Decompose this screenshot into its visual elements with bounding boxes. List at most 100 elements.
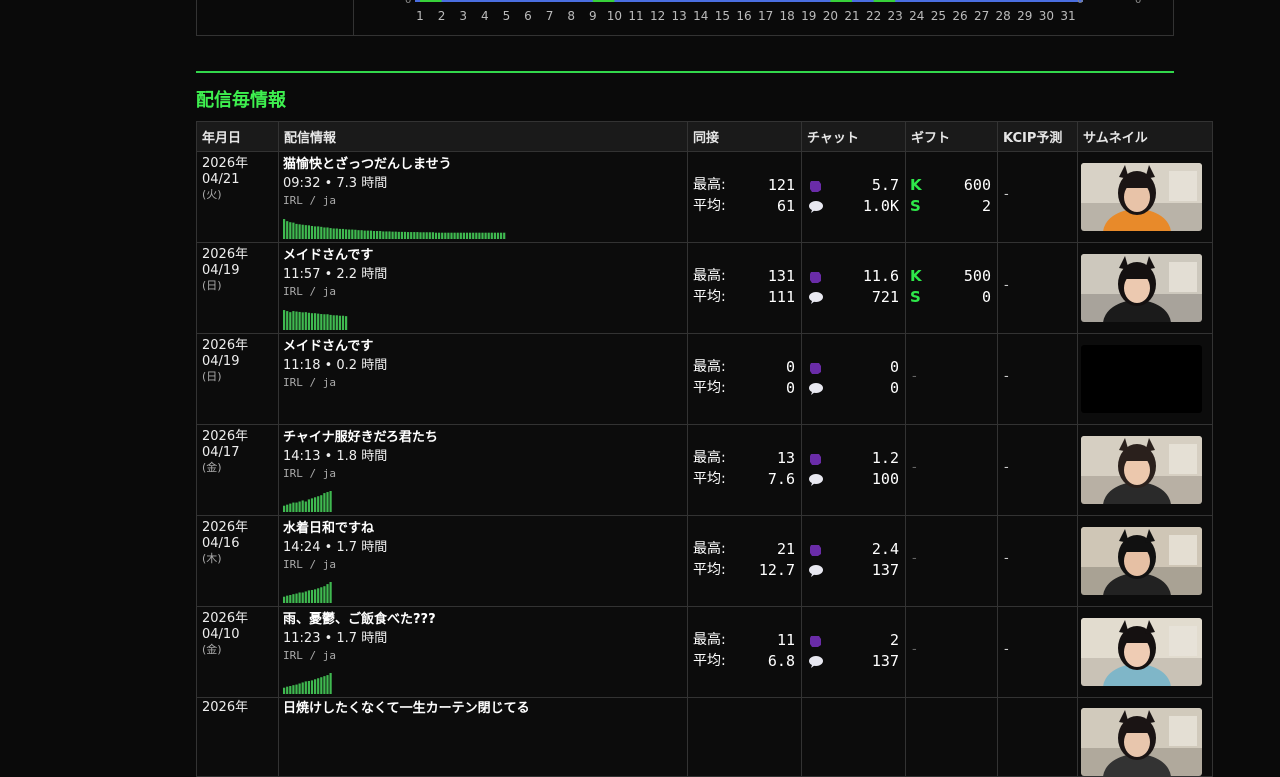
- concurrent-stats: 最高: 131 平均: 111: [688, 243, 801, 308]
- sparkline-bar: [366, 230, 369, 239]
- stream-time: 14:13 • 1.8 時間: [283, 449, 388, 464]
- chart-x-tick: 30: [1039, 9, 1054, 23]
- viewer-sparkline: [283, 582, 332, 603]
- sparkline-bar: [357, 230, 360, 239]
- header-gift[interactable]: ギフト: [905, 121, 998, 152]
- sparkline-bar: [465, 232, 469, 239]
- sparkline-bar: [484, 232, 487, 239]
- sparkline-bar: [490, 232, 493, 239]
- chart-x-tick: 19: [801, 9, 816, 23]
- stream-thumbnail[interactable]: [1081, 618, 1202, 686]
- date-weekday: (日): [202, 279, 222, 292]
- chat-bubble-icon: [809, 655, 823, 668]
- avg-label: 平均:: [693, 198, 726, 214]
- stream-thumbnail[interactable]: [1081, 163, 1202, 231]
- chat-stats: 2 137: [802, 607, 905, 672]
- date-md: 04/19: [202, 354, 240, 369]
- stream-category: IRL / ja: [283, 649, 336, 662]
- table-row[interactable]: 2026年 04/16 (木) 水着日和ですね 14:24 • 1.7 時間 IRL / …: [196, 515, 1213, 607]
- chart-x-tick: 5: [503, 9, 511, 23]
- chat-stats: 1.2 100: [802, 425, 905, 490]
- sparkline-bar: [286, 311, 289, 330]
- gift-k-icon: K: [910, 267, 922, 285]
- stream-info: 猫愉快とざっつだんしませう 09:32 • 7.3 時間 IRL / ja: [279, 152, 687, 242]
- chart-x-tick: 6: [524, 9, 532, 23]
- sparkline-bar: [317, 226, 320, 239]
- stream-title[interactable]: 雨、憂鬱、ご飯食べた???: [283, 611, 687, 629]
- sparkline-bar: [304, 591, 307, 603]
- date-weekday: (火): [202, 188, 222, 201]
- gift-k-value: 600: [963, 176, 991, 194]
- date-md: 04/19: [202, 263, 240, 278]
- stream-title[interactable]: 日焼けしたくなくて一生カーテン閉じてる: [283, 700, 687, 718]
- table-row[interactable]: 2026年 04/21 (火) 猫愉快とざっつだんしませう 09:32 • 7.3 時間…: [196, 151, 1213, 243]
- table-row[interactable]: 2026年 日焼けしたくなくて一生カーテン閉じてる: [196, 697, 1213, 777]
- section-title: 配信毎情報: [196, 90, 286, 111]
- stream-title[interactable]: 水着日和ですね: [283, 520, 687, 538]
- date-cell: 2026年 04/19 (日): [197, 243, 278, 292]
- avg-label: 平均:: [693, 562, 726, 578]
- chart-x-tick: 13: [672, 9, 687, 23]
- header-kcip[interactable]: KCIP予測: [997, 121, 1078, 152]
- concurrent-stats: 最高: 13 平均: 7.6: [688, 425, 801, 490]
- sparkline-bar: [301, 682, 304, 694]
- sparkline-bar: [326, 584, 329, 603]
- table-row[interactable]: 2026年 04/19 (日) メイドさんです 11:57 • 2.2 時間 IRL / …: [196, 242, 1213, 334]
- header-date[interactable]: 年月日: [196, 121, 279, 152]
- stream-info: メイドさんです 11:57 • 2.2 時間 IRL / ja: [279, 243, 687, 333]
- stream-thumbnail[interactable]: [1081, 436, 1202, 504]
- sparkline-bar: [295, 311, 298, 330]
- table-row[interactable]: 2026年 04/10 (金) 雨、憂鬱、ご飯食べた??? 11:23 • 1.7 時間…: [196, 606, 1213, 698]
- chart-x-tick: 15: [715, 9, 730, 23]
- date-weekday: (日): [202, 370, 222, 383]
- sparkline-bar: [298, 311, 301, 330]
- sparkline-bar: [314, 589, 317, 603]
- stream-thumbnail[interactable]: [1081, 254, 1202, 322]
- stream-thumbnail[interactable]: [1081, 345, 1202, 413]
- sparkline-bar: [298, 224, 301, 239]
- chart-y-tick: 0: [1077, 0, 1083, 6]
- stream-title[interactable]: メイドさんです: [283, 247, 687, 265]
- date-year: 2026年: [202, 247, 249, 262]
- stream-time: 11:18 • 0.2 時間: [283, 358, 388, 373]
- stream-category: IRL / ja: [283, 194, 336, 207]
- chart-x-tick: 28: [996, 9, 1011, 23]
- gift-k-icon: K: [910, 176, 922, 194]
- chat-rate-icon: [810, 453, 821, 465]
- table-row[interactable]: 2026年 04/19 (日) メイドさんです 11:18 • 0.2 時間 IRL / …: [196, 333, 1213, 425]
- stream-title[interactable]: 猫愉快とざっつだんしませう: [283, 156, 687, 174]
- chat-max: 11.6: [862, 267, 899, 285]
- stream-time: 09:32 • 7.3 時間: [283, 176, 388, 191]
- chart-x-tick: 31: [1060, 9, 1075, 23]
- sparkline-bar: [456, 232, 459, 239]
- header-concurrent[interactable]: 同接: [687, 121, 802, 152]
- chat-total: 721: [871, 288, 899, 306]
- stream-thumbnail[interactable]: [1081, 708, 1202, 776]
- date-year: 2026年: [202, 429, 249, 444]
- header-chat[interactable]: チャット: [801, 121, 906, 152]
- avg-label: 平均:: [693, 380, 726, 396]
- date-cell: 2026年 04/19 (日): [197, 334, 278, 383]
- sparkline-bar: [441, 232, 444, 239]
- sparkline-bar: [295, 502, 298, 512]
- stream-title[interactable]: メイドさんです: [283, 338, 687, 356]
- sparkline-bar: [320, 495, 323, 512]
- stream-title[interactable]: チャイナ服好きだろ君たち: [283, 429, 687, 447]
- sparkline-bar: [326, 492, 329, 512]
- stream-thumbnail[interactable]: [1081, 527, 1202, 595]
- sparkline-bar: [292, 222, 295, 239]
- sparkline-bar: [292, 594, 295, 603]
- sparkline-bar: [338, 228, 341, 239]
- table-row[interactable]: 2026年 04/17 (金) チャイナ服好きだろ君たち 14:13 • 1.8 時間 I…: [196, 424, 1213, 516]
- gift-empty: -: [912, 642, 917, 657]
- date-year: 2026年: [202, 338, 249, 353]
- sparkline-bar: [354, 229, 357, 239]
- sparkline-bar: [503, 232, 506, 239]
- chat-max: 5.7: [871, 176, 899, 194]
- header-info[interactable]: 配信情報: [278, 121, 688, 152]
- sparkline-bar: [298, 683, 301, 694]
- sparkline-bar: [286, 221, 289, 239]
- date-weekday: (金): [202, 461, 222, 474]
- sparkline-bar: [329, 673, 332, 694]
- header-thumbnail[interactable]: サムネイル: [1077, 121, 1213, 152]
